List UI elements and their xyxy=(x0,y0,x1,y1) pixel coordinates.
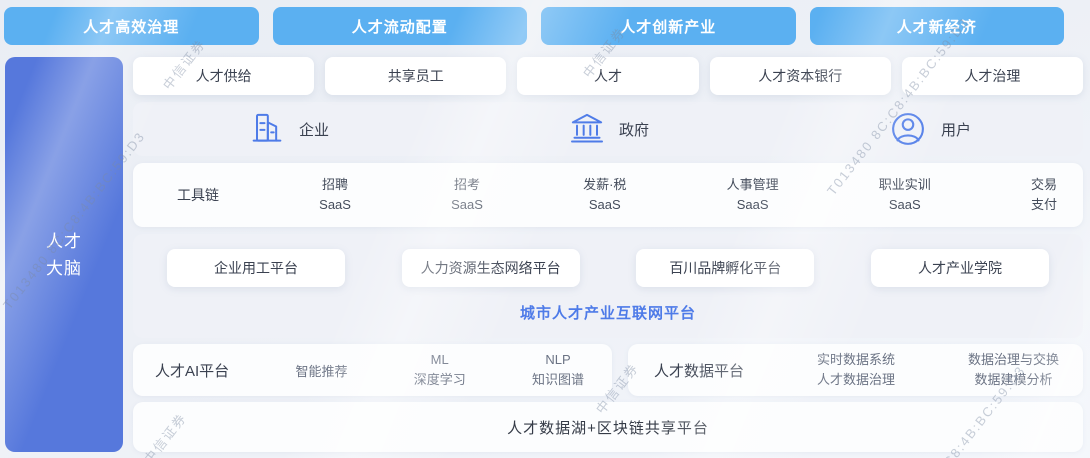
talent-brain-line2: 大脑 xyxy=(46,255,82,282)
ai-column-nlp: NLP 知识图谱 xyxy=(532,350,584,390)
data-column-line: 数据建模分析 xyxy=(968,370,1059,390)
top-button-talent-flow: 人才流动配置 xyxy=(273,7,528,45)
actor-enterprise: 企业 xyxy=(247,109,329,149)
toolchain-column-line: SaaS xyxy=(879,195,931,215)
ai-column-ml: ML 深度学习 xyxy=(414,350,466,390)
supply-row: 人才供给 共享员工 人才 人才资本银行 人才治理 xyxy=(133,57,1083,95)
toolchain-column-line: SaaS xyxy=(451,195,483,215)
platform-box: 人力资源生态网络平台 xyxy=(402,249,580,287)
data-column-line: 数据治理与交换 xyxy=(968,350,1059,370)
toolchain-column: 交易 支付 xyxy=(1031,175,1057,215)
ai-data-row: 人才AI平台 智能推荐 ML 深度学习 NLP 知识图谱 人才数据平台 实时数据… xyxy=(133,344,1083,396)
top-button-innovation-industry: 人才创新产业 xyxy=(541,7,796,45)
toolchain-panel: 工具链 招聘 SaaS 招考 SaaS 发薪·税 SaaS 人事管理 SaaS … xyxy=(133,163,1083,227)
ai-column-line: 深度学习 xyxy=(414,370,466,390)
toolchain-column: 人事管理 SaaS xyxy=(727,175,779,215)
supply-box: 共享员工 xyxy=(325,57,506,95)
top-button-efficient-governance: 人才高效治理 xyxy=(4,7,259,45)
platform-boxes-row: 企业用工平台 人力资源生态网络平台 百川品牌孵化平台 人才产业学院 xyxy=(167,249,1049,287)
toolchain-column: 职业实训 SaaS xyxy=(879,175,931,215)
toolchain-column-line: SaaS xyxy=(727,195,779,215)
government-icon xyxy=(567,109,607,149)
talent-brain-line1: 人才 xyxy=(46,228,82,255)
ai-column-line: ML xyxy=(414,350,466,370)
data-column-line: 实时数据系统 xyxy=(817,350,895,370)
ai-column-line: NLP xyxy=(532,350,584,370)
actor-government: 政府 xyxy=(567,109,649,149)
toolchain-column-line: SaaS xyxy=(319,195,351,215)
data-lake-blockchain-bar: 人才数据湖+区块链共享平台 xyxy=(133,402,1083,452)
data-platform-panel: 人才数据平台 实时数据系统 人才数据治理 数据治理与交换 数据建模分析 xyxy=(628,344,1083,396)
toolchain-column-line: 招考 xyxy=(451,175,483,195)
supply-box: 人才资本银行 xyxy=(710,57,891,95)
ai-platform-panel: 人才AI平台 智能推荐 ML 深度学习 NLP 知识图谱 xyxy=(133,344,612,396)
ai-platform-title: 人才AI平台 xyxy=(155,360,229,381)
toolchain-column-line: 人事管理 xyxy=(727,175,779,195)
user-icon xyxy=(887,108,929,150)
toolchain-label: 工具链 xyxy=(177,185,219,205)
top-outcome-row: 人才高效治理 人才流动配置 人才创新产业 人才新经济 xyxy=(4,7,1064,45)
actor-label: 企业 xyxy=(299,119,329,140)
actor-label: 用户 xyxy=(941,119,971,140)
talent-brain-architecture-diagram: 人才高效治理 人才流动配置 人才创新产业 人才新经济 人才 大脑 人才供给 共享… xyxy=(0,0,1090,458)
actor-user: 用户 xyxy=(887,108,971,150)
city-platform-panel: 企业用工平台 人力资源生态网络平台 百川品牌孵化平台 人才产业学院 城市人才产业… xyxy=(133,234,1083,338)
data-platform-title: 人才数据平台 xyxy=(654,360,744,381)
supply-box: 人才供给 xyxy=(133,57,314,95)
toolchain-column-line: 交易 xyxy=(1031,175,1057,195)
data-lake-blockchain-label: 人才数据湖+区块链共享平台 xyxy=(507,417,709,438)
toolchain-column-line: 发薪·税 xyxy=(583,175,626,195)
toolchain-column-line: 支付 xyxy=(1031,195,1057,215)
building-icon xyxy=(247,109,287,149)
ai-column-line: 知识图谱 xyxy=(532,370,584,390)
toolchain-column-line: SaaS xyxy=(583,195,626,215)
toolchain-column: 招考 SaaS xyxy=(451,175,483,215)
data-column-line: 人才数据治理 xyxy=(817,370,895,390)
talent-brain-label: 人才 大脑 xyxy=(46,228,82,282)
platform-box: 人才产业学院 xyxy=(871,249,1049,287)
supply-box: 人才治理 xyxy=(902,57,1083,95)
actors-panel: 企业 政府 xyxy=(133,102,1083,156)
toolchain-column-line: 职业实训 xyxy=(879,175,931,195)
toolchain-column-line: 招聘 xyxy=(319,175,351,195)
platform-box: 百川品牌孵化平台 xyxy=(636,249,814,287)
actor-label: 政府 xyxy=(619,119,649,140)
platform-box: 企业用工平台 xyxy=(167,249,345,287)
ai-item-recommendation: 智能推荐 xyxy=(295,361,347,380)
supply-box: 人才 xyxy=(517,57,698,95)
talent-brain-block: 人才 大脑 xyxy=(5,57,123,452)
top-button-new-economy: 人才新经济 xyxy=(810,7,1065,45)
city-platform-title: 城市人才产业互联网平台 xyxy=(167,302,1049,323)
data-column-realtime: 实时数据系统 人才数据治理 xyxy=(817,350,895,390)
toolchain-column: 招聘 SaaS xyxy=(319,175,351,215)
diagram-content: 人才供给 共享员工 人才 人才资本银行 人才治理 企业 xyxy=(133,57,1083,452)
toolchain-column: 发薪·税 SaaS xyxy=(583,175,626,215)
data-column-governance: 数据治理与交换 数据建模分析 xyxy=(968,350,1059,390)
